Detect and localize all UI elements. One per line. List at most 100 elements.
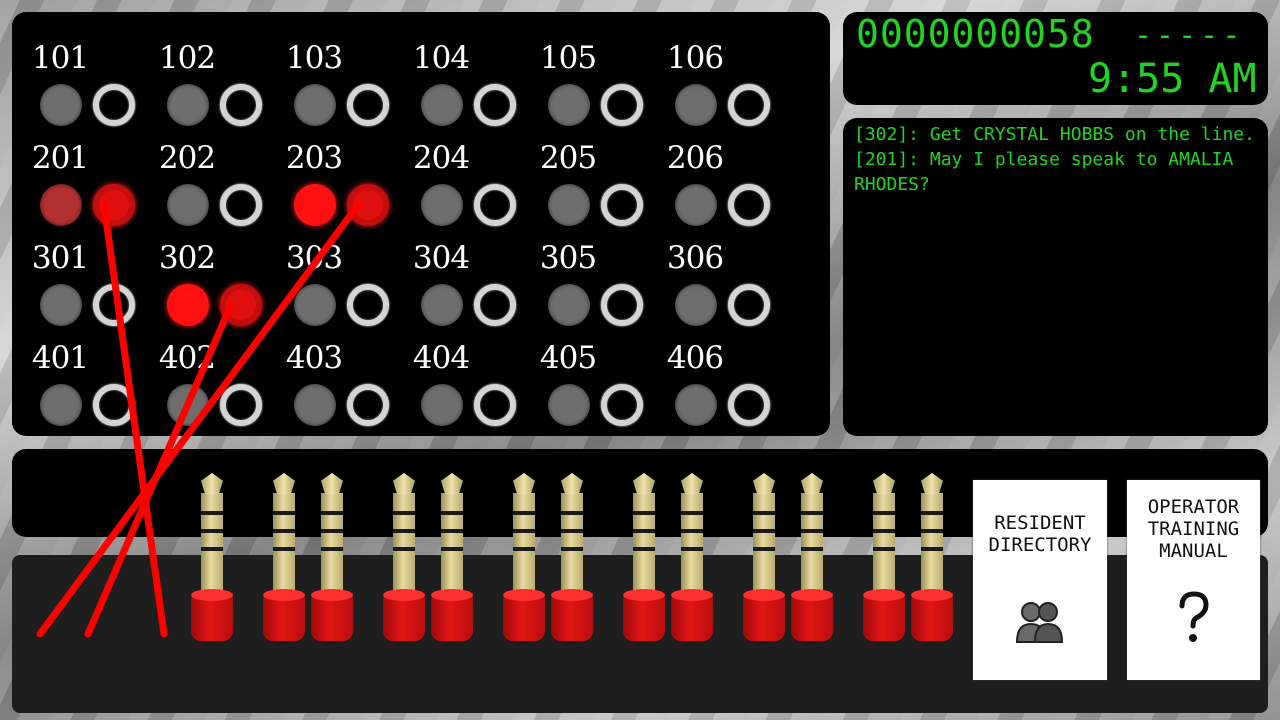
port-lamp — [421, 184, 463, 226]
resident-directory-label: RESIDENT DIRECTORY — [988, 512, 1092, 556]
port-jack[interactable] — [347, 84, 389, 126]
port-101: 101 — [10, 30, 135, 126]
people-icon — [973, 598, 1107, 650]
port-lamp — [548, 384, 590, 426]
port-jack[interactable] — [93, 284, 135, 326]
plug[interactable] — [670, 473, 714, 643]
port-jack[interactable] — [220, 284, 262, 326]
score-counter: 0000000058 — [856, 12, 1095, 56]
plug[interactable] — [502, 473, 546, 643]
port-401: 401 — [10, 330, 135, 426]
port-jack[interactable] — [474, 184, 516, 226]
port-number: 304 — [412, 240, 470, 276]
port-203: 203 — [264, 130, 389, 226]
port-402: 402 — [137, 330, 262, 426]
plug[interactable] — [862, 473, 906, 643]
plug[interactable] — [262, 473, 306, 643]
log-line: [302]: Get CRYSTAL HOBBS on the line. — [854, 124, 1255, 145]
port-number: 301 — [31, 240, 89, 276]
port-jack[interactable] — [728, 184, 770, 226]
plug[interactable] — [622, 473, 666, 643]
plug[interactable] — [550, 473, 594, 643]
port-304: 304 — [391, 230, 516, 326]
port-jack[interactable] — [474, 384, 516, 426]
plug[interactable] — [790, 473, 834, 643]
port-301: 301 — [10, 230, 135, 326]
port-103: 103 — [264, 30, 389, 126]
plug[interactable] — [910, 473, 954, 643]
game-clock: 9:55 AM — [1088, 56, 1257, 102]
port-202: 202 — [137, 130, 262, 226]
port-406: 406 — [645, 330, 770, 426]
port-number: 201 — [31, 140, 89, 176]
port-jack[interactable] — [93, 384, 135, 426]
port-jack[interactable] — [474, 284, 516, 326]
port-104: 104 — [391, 30, 516, 126]
port-lamp — [167, 384, 209, 426]
port-206: 206 — [645, 130, 770, 226]
port-number: 104 — [412, 40, 470, 76]
plug[interactable] — [190, 473, 234, 643]
plug[interactable] — [310, 473, 354, 643]
plug[interactable] — [382, 473, 426, 643]
port-jack[interactable] — [347, 184, 389, 226]
operator-training-manual-label: OPERATOR TRAINING MANUAL — [1147, 496, 1240, 562]
port-lamp — [421, 284, 463, 326]
port-404: 404 — [391, 330, 516, 426]
resident-directory-card[interactable]: RESIDENT DIRECTORY — [973, 480, 1107, 680]
port-lamp — [40, 184, 82, 226]
call-log: [302]: Get CRYSTAL HOBBS on the line. [2… — [854, 122, 1260, 197]
operator-training-manual-card[interactable]: OPERATOR TRAINING MANUAL — [1127, 480, 1260, 680]
port-303: 303 — [264, 230, 389, 326]
port-jack[interactable] — [601, 184, 643, 226]
port-lamp — [421, 84, 463, 126]
port-lamp — [294, 184, 336, 226]
strike-indicator: ----- — [1134, 18, 1245, 53]
port-lamp — [40, 284, 82, 326]
port-jack[interactable] — [220, 184, 262, 226]
port-lamp — [675, 184, 717, 226]
port-number: 403 — [285, 340, 343, 376]
port-number: 404 — [412, 340, 470, 376]
port-jack[interactable] — [728, 384, 770, 426]
question-icon — [1127, 590, 1260, 650]
port-lamp — [548, 84, 590, 126]
port-302: 302 — [137, 230, 262, 326]
port-jack[interactable] — [601, 284, 643, 326]
port-number: 401 — [31, 340, 89, 376]
port-number: 203 — [285, 140, 343, 176]
port-jack[interactable] — [93, 184, 135, 226]
port-number: 306 — [666, 240, 724, 276]
port-lamp — [167, 84, 209, 126]
port-jack[interactable] — [601, 84, 643, 126]
port-jack[interactable] — [601, 384, 643, 426]
port-201: 201 — [10, 130, 135, 226]
port-405: 405 — [518, 330, 643, 426]
port-number: 103 — [285, 40, 343, 76]
port-lamp — [167, 184, 209, 226]
port-102: 102 — [137, 30, 262, 126]
port-number: 202 — [158, 140, 216, 176]
port-jack[interactable] — [93, 84, 135, 126]
port-jack[interactable] — [220, 384, 262, 426]
port-number: 101 — [31, 40, 89, 76]
port-lamp — [167, 284, 209, 326]
port-jack[interactable] — [347, 384, 389, 426]
port-lamp — [294, 84, 336, 126]
port-jack[interactable] — [474, 84, 516, 126]
port-lamp — [675, 284, 717, 326]
port-number: 402 — [158, 340, 216, 376]
plug[interactable] — [430, 473, 474, 643]
port-jack[interactable] — [728, 284, 770, 326]
port-number: 204 — [412, 140, 470, 176]
port-lamp — [40, 84, 82, 126]
log-line: [201]: May I please speak to AMALIA RHOD… — [854, 149, 1234, 195]
port-jack[interactable] — [220, 84, 262, 126]
port-jack[interactable] — [347, 284, 389, 326]
port-number: 303 — [285, 240, 343, 276]
plug[interactable] — [742, 473, 786, 643]
port-jack[interactable] — [728, 84, 770, 126]
port-number: 405 — [539, 340, 597, 376]
port-306: 306 — [645, 230, 770, 326]
port-number: 206 — [666, 140, 724, 176]
